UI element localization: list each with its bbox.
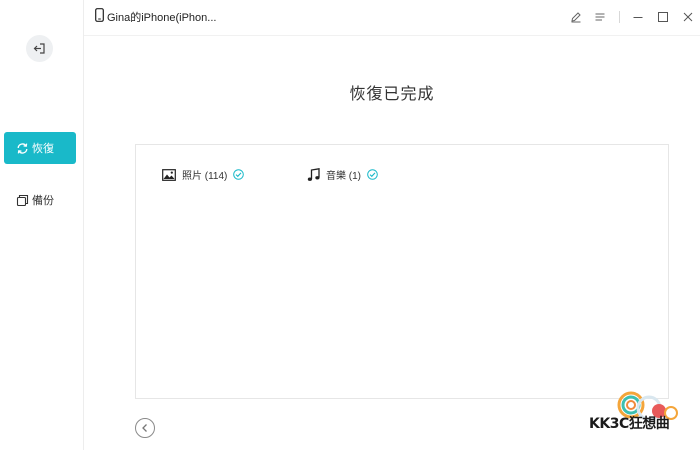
sidebar: 恢復 備份 xyxy=(0,0,84,450)
page-title: 恢復已完成 xyxy=(349,86,435,103)
phone-icon xyxy=(95,8,104,25)
check-circle-icon xyxy=(367,169,378,180)
title-bar: Gina的iPhone(iPhon... xyxy=(84,0,700,36)
result-item-music: 音樂 (1) xyxy=(307,167,378,182)
result-item-photos: 照片 (114) xyxy=(162,167,245,182)
close-icon xyxy=(683,12,693,22)
results-panel: 照片 (114) 音樂 (1) xyxy=(135,144,669,399)
sidebar-item-backup[interactable]: 備份 xyxy=(4,184,76,216)
chevron-left-icon xyxy=(142,424,147,432)
edit-button[interactable] xyxy=(569,10,583,24)
refresh-icon xyxy=(15,141,29,155)
result-label: 音樂 (1) xyxy=(326,171,361,182)
device-selector[interactable]: Gina的iPhone(iPhon... xyxy=(95,8,216,25)
maximize-icon xyxy=(658,12,668,22)
watermark-logo: KK3C狂想曲 xyxy=(587,388,683,440)
result-label: 照片 (114) xyxy=(182,171,228,182)
menu-icon xyxy=(595,13,605,21)
menu-button[interactable] xyxy=(593,10,607,24)
exit-icon xyxy=(33,43,45,54)
device-name: Gina的iPhone(iPhon... xyxy=(107,11,217,24)
minimize-button[interactable] xyxy=(631,10,645,24)
check-circle-icon xyxy=(233,169,245,180)
sidebar-item-label: 恢復 xyxy=(32,143,54,155)
pencil-icon xyxy=(571,12,581,23)
watermark-text: KK3C狂想曲 xyxy=(589,416,670,432)
sidebar-item-restore[interactable]: 恢復 xyxy=(4,132,76,164)
maximize-button[interactable] xyxy=(656,10,670,24)
minimize-icon xyxy=(633,17,643,18)
image-icon xyxy=(162,168,176,181)
titlebar-divider xyxy=(619,11,620,23)
back-button[interactable] xyxy=(135,418,155,438)
music-note-icon xyxy=(307,167,320,182)
close-button[interactable] xyxy=(681,10,695,24)
exit-button[interactable] xyxy=(26,35,53,62)
backup-icon xyxy=(15,193,29,207)
sidebar-item-label: 備份 xyxy=(32,195,54,207)
